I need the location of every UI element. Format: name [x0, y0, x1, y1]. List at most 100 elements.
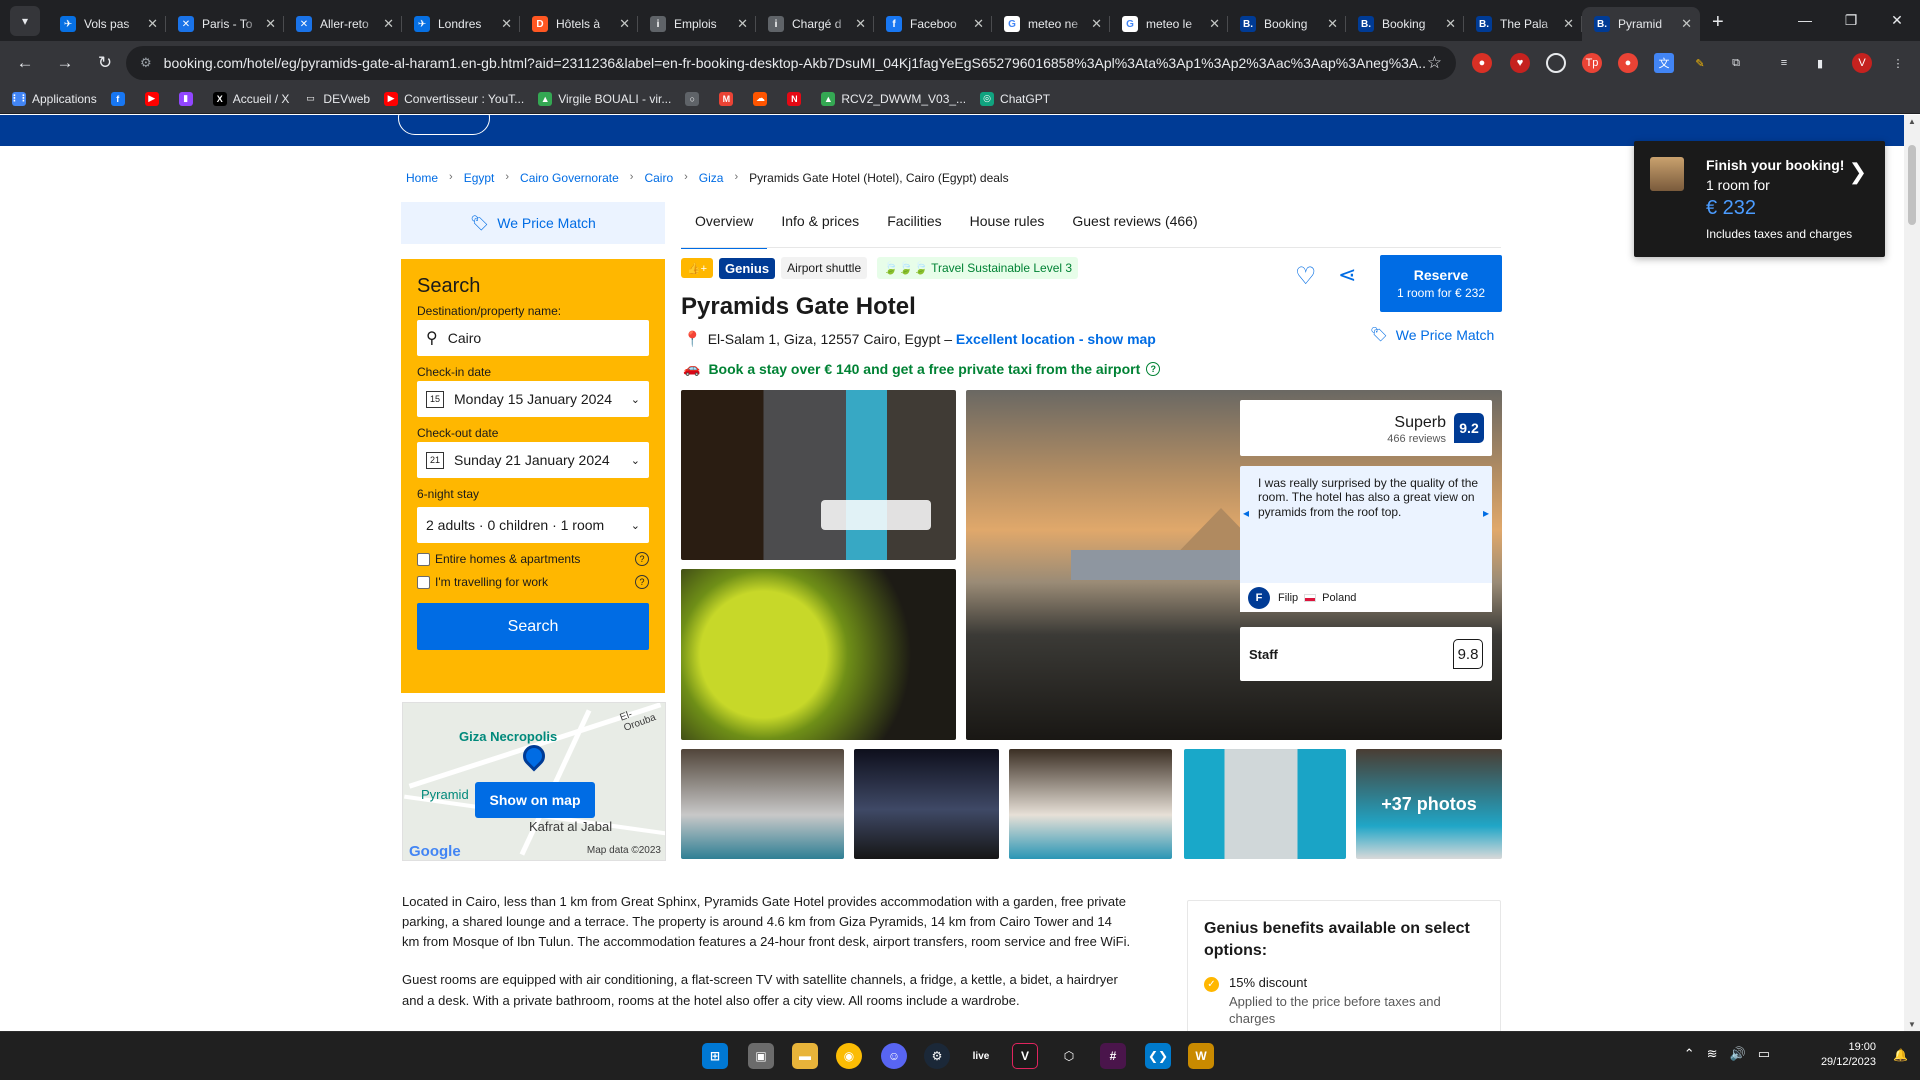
close-window-icon[interactable]: ✕ [1874, 0, 1920, 40]
browser-tab[interactable]: ✕ Paris - To ✕ [166, 7, 284, 41]
browser-tab[interactable]: Gmeteo le ✕ [1110, 7, 1228, 41]
bookmark-item[interactable]: ▮ [178, 91, 199, 106]
file-explorer-icon[interactable]: ▬ [792, 1043, 818, 1069]
vscode-icon[interactable]: ❮❯ [1145, 1043, 1171, 1069]
bookmark-item[interactable]: ▶ [144, 91, 165, 106]
extension-notify-icon[interactable]: ● [1618, 53, 1638, 73]
show-on-map-button[interactable]: Show on map [475, 782, 595, 818]
help-icon[interactable]: ? [635, 575, 649, 589]
bookmark-item[interactable]: ▭ DEVweb [303, 91, 370, 106]
genius-badge[interactable]: Genius [719, 257, 776, 279]
tab-close-icon[interactable]: ✕ [265, 16, 276, 32]
chevron-right-icon[interactable]: ▸ [1483, 506, 1489, 520]
live-icon[interactable]: live [968, 1043, 994, 1069]
browser-tab[interactable]: i Chargé d ✕ [756, 7, 874, 41]
v-app-icon[interactable]: V [1012, 1043, 1038, 1069]
travelling-work-checkbox[interactable] [417, 575, 430, 589]
tab-close-icon[interactable]: ✕ [1445, 16, 1456, 32]
save-heart-icon[interactable]: ♡ [1295, 262, 1317, 291]
minimize-icon[interactable]: — [1782, 0, 1828, 40]
chevron-up-icon[interactable]: ⌃ [1684, 1046, 1695, 1062]
back-icon[interactable]: ← [10, 48, 40, 78]
bookmark-item[interactable]: N [787, 91, 807, 106]
profile-avatar[interactable]: V [1852, 53, 1872, 73]
show-map-link[interactable]: Excellent location - show map [956, 331, 1156, 347]
share-icon[interactable]: ⋖ [1338, 262, 1356, 288]
bookmark-star-icon[interactable]: ☆ [1427, 53, 1442, 73]
tab-close-icon[interactable]: ✕ [147, 16, 158, 32]
extensions-puzzle-icon[interactable]: ⧉ [1726, 53, 1746, 73]
browser-tab[interactable]: i Emplois ✕ [638, 7, 756, 41]
guests-selector[interactable]: 2 adults · 0 children · 1 room ⌄ [417, 507, 649, 543]
browser-tab[interactable]: B. The Pala ✕ [1464, 7, 1582, 41]
discord-icon[interactable]: ☺ [881, 1043, 907, 1069]
maximize-icon[interactable]: ❐ [1828, 0, 1874, 40]
translate-icon[interactable]: 文 [1654, 53, 1674, 73]
extension-adblock-icon[interactable]: ● [1472, 53, 1492, 73]
slack-icon[interactable]: # [1100, 1043, 1126, 1069]
tab-close-icon[interactable]: ✕ [855, 16, 866, 32]
browser-tab[interactable]: B. Pyramid ✕ [1582, 7, 1700, 41]
tab-guest-reviews-466[interactable]: Guest reviews (466) [1058, 205, 1211, 249]
hotel-photo-plant[interactable] [681, 569, 956, 740]
browser-tab[interactable]: ✈ Vols pas ✕ [48, 7, 166, 41]
photo-thumbnail[interactable] [681, 749, 844, 859]
system-clock[interactable]: 19:00 29/12/2023 [1821, 1040, 1876, 1071]
tab-overview[interactable]: Overview [681, 205, 768, 249]
photo-thumbnail[interactable] [1184, 749, 1346, 859]
checkin-date-picker[interactable]: 15 Monday 15 January 2024 ⌄ [417, 381, 649, 417]
extension-circle-icon[interactable] [1546, 53, 1566, 73]
bookmark-item[interactable]: X Accueil / X [212, 91, 289, 106]
notification-bell-icon[interactable]: 🔔 [1893, 1048, 1908, 1062]
browser-tab[interactable]: f Faceboo ✕ [874, 7, 992, 41]
wifi-icon[interactable]: ≋ [1707, 1046, 1718, 1062]
tab-close-icon[interactable]: ✕ [1091, 16, 1102, 32]
browser-tab[interactable]: D Hôtels à ✕ [520, 7, 638, 41]
scroll-up-icon[interactable]: ▲ [1908, 117, 1916, 126]
battery-icon[interactable]: ▭ [1758, 1046, 1770, 1062]
bookmark-item[interactable]: ▲ RCV2_DWWM_V03_... [821, 91, 966, 106]
steam-icon[interactable]: ⚙ [924, 1043, 950, 1069]
tab-search-button[interactable]: ▾ [10, 6, 40, 36]
tab-close-icon[interactable]: ✕ [973, 16, 984, 32]
info-icon[interactable]: ? [1146, 361, 1161, 376]
photo-thumbnail[interactable] [854, 749, 999, 859]
tab-close-icon[interactable]: ✕ [737, 16, 748, 32]
reload-icon[interactable]: ↻ [90, 48, 120, 78]
bookmark-item[interactable]: ☁ [753, 91, 773, 106]
tab-close-icon[interactable]: ✕ [1209, 16, 1220, 32]
finish-booking-popup[interactable]: Finish your booking! 1 room for € 232 In… [1634, 141, 1885, 257]
breadcrumb-link[interactable]: Cairo Governorate [520, 171, 619, 185]
page-scrollbar[interactable]: ▲ ▼ [1904, 115, 1920, 1031]
address-bar[interactable]: ⚙ booking.com/hotel/eg/pyramids-gate-al-… [126, 46, 1456, 80]
checkout-date-picker[interactable]: 21 Sunday 21 January 2024 ⌄ [417, 442, 649, 478]
bookmark-item[interactable]: ○ [685, 91, 705, 106]
help-icon[interactable]: ? [635, 552, 649, 566]
tab-info-prices[interactable]: Info & prices [767, 205, 873, 249]
chevron-right-icon[interactable]: ❯ [1849, 159, 1867, 185]
extension-pen-icon[interactable]: ✎ [1690, 53, 1710, 73]
photo-thumbnail[interactable] [1009, 749, 1172, 859]
volume-icon[interactable]: 🔊 [1730, 1046, 1746, 1062]
extension-pocket-icon[interactable]: ♥ [1510, 53, 1530, 73]
entire-homes-checkbox[interactable] [417, 552, 430, 566]
scroll-thumb[interactable] [1908, 145, 1916, 225]
tab-close-icon[interactable]: ✕ [1681, 16, 1692, 32]
search-button[interactable]: Search [417, 603, 649, 650]
sustainability-badge[interactable]: 🍃🍃🍃 Travel Sustainable Level 3 [877, 257, 1079, 279]
tab-close-icon[interactable]: ✕ [619, 16, 630, 32]
rating-card[interactable]: Superb 466 reviews 9.2 [1240, 400, 1492, 456]
breadcrumb-link[interactable]: Home [406, 171, 438, 185]
breadcrumb-link[interactable]: Giza [699, 171, 724, 185]
bookmark-item[interactable]: ◎ ChatGPT [980, 91, 1050, 106]
bookmark-item[interactable]: ⋮⋮ Applications [10, 91, 97, 106]
task-view-icon[interactable]: ▣ [748, 1043, 774, 1069]
bookmark-item[interactable]: ▲ Virgile BOUALI - vir... [538, 91, 671, 106]
tab-house-rules[interactable]: House rules [956, 205, 1059, 249]
extension-tp-icon[interactable]: Tp [1582, 53, 1602, 73]
browser-tab[interactable]: B. Booking ✕ [1228, 7, 1346, 41]
price-match-banner[interactable]: 🏷 We Price Match [401, 202, 665, 244]
new-tab-button[interactable]: + [1712, 11, 1724, 34]
side-panel-icon[interactable]: ▮ [1810, 53, 1830, 73]
browser-tab[interactable]: ✕ Aller-reto ✕ [284, 7, 402, 41]
